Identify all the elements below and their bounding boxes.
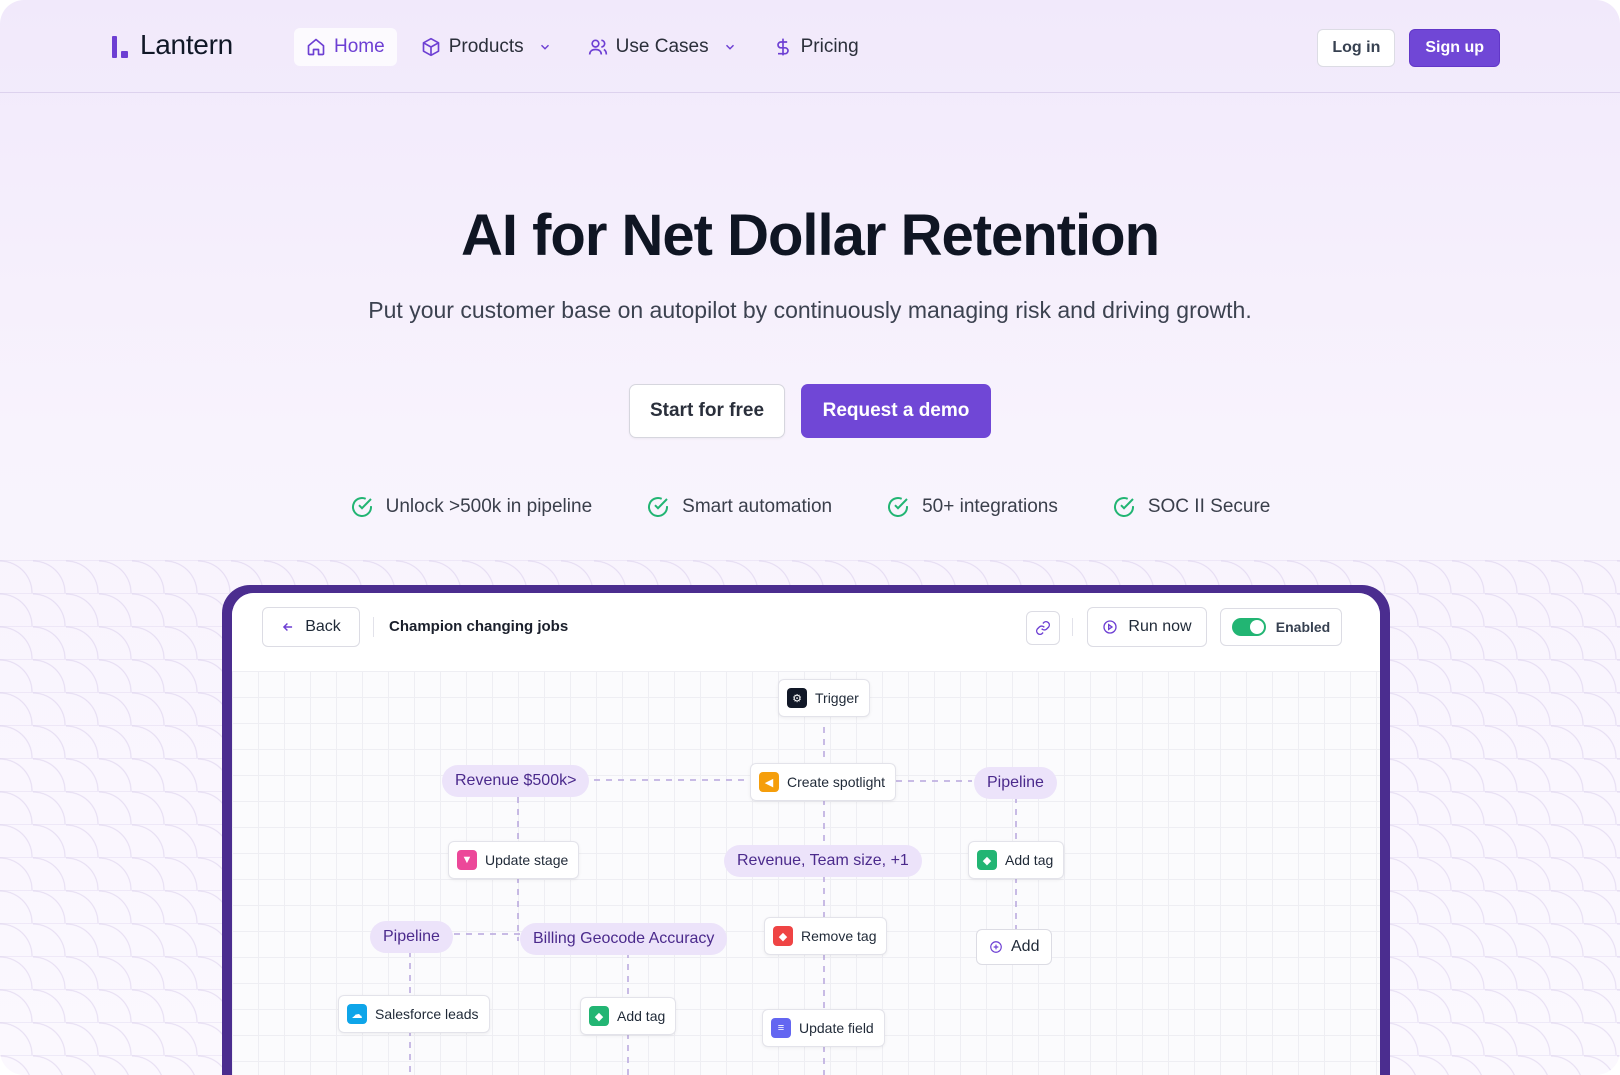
feature-label: Smart automation xyxy=(682,496,833,517)
node-label: Salesforce leads xyxy=(375,1006,479,1022)
condition-pipeline[interactable]: Pipeline xyxy=(974,767,1057,799)
login-button[interactable]: Log in xyxy=(1317,29,1396,67)
check-circle-icon xyxy=(1113,497,1134,517)
add-tag-node[interactable]: ◆ Add tag xyxy=(968,841,1065,879)
users-icon xyxy=(588,39,607,55)
toolbar-divider xyxy=(1072,618,1073,636)
feature-list: Unlock >500k in pipeline Smart automatio… xyxy=(0,495,1620,519)
condition-label: Revenue $500k> xyxy=(455,772,577,789)
megaphone-icon: ◀ xyxy=(759,772,779,792)
funnel-icon: ▼ xyxy=(457,850,477,870)
enabled-toggle[interactable]: Enabled xyxy=(1220,608,1342,646)
tag-icon: ◆ xyxy=(977,850,997,870)
condition-label: Revenue, Team size, +1 xyxy=(737,852,909,869)
add-step-button[interactable]: Add xyxy=(976,929,1053,965)
run-now-label: Run now xyxy=(1128,618,1192,635)
check-circle-icon xyxy=(648,497,669,517)
node-label: Update field xyxy=(799,1020,874,1036)
app-preview-frame: Back Champion changing jobs Run now Enab… xyxy=(222,585,1390,1075)
play-circle-icon xyxy=(1103,620,1118,634)
logo-mark-icon xyxy=(112,34,130,60)
condition-label: Pipeline xyxy=(987,774,1044,791)
logo[interactable]: Lantern xyxy=(112,30,233,60)
feature-label: SOC II Secure xyxy=(1147,496,1271,517)
workflow-title: Champion changing jobs xyxy=(389,618,569,635)
nav-item-home[interactable]: Home xyxy=(294,28,397,66)
run-now-button[interactable]: Run now xyxy=(1087,607,1207,647)
chevron-down-icon xyxy=(725,44,734,50)
tag-icon: ◆ xyxy=(589,1006,609,1026)
condition-label: Billing Geocode Accuracy xyxy=(533,930,715,947)
add-label: Add xyxy=(1011,938,1040,955)
nav-item-products[interactable]: Products xyxy=(409,28,564,66)
hero-title: AI for Net Dollar Retention xyxy=(460,203,1160,268)
home-icon xyxy=(307,38,325,56)
request-demo-button[interactable]: Request a demo xyxy=(801,384,991,438)
node-label: Add tag xyxy=(617,1008,666,1024)
node-label: Add tag xyxy=(1005,852,1054,868)
gear-icon: ⚙ xyxy=(787,688,807,708)
feature-label: 50+ integrations xyxy=(922,496,1058,517)
condition-revenue[interactable]: Revenue $500k> xyxy=(442,765,590,797)
signup-button[interactable]: Sign up xyxy=(1409,29,1500,67)
plus-circle-icon xyxy=(990,941,1002,953)
feature-item: 50+ integrations xyxy=(886,495,1058,519)
enabled-label: Enabled xyxy=(1275,619,1331,635)
node-label: Trigger xyxy=(815,690,859,706)
create-spotlight-node[interactable]: ◀ Create spotlight xyxy=(750,763,897,801)
workflow-toolbar: Back Champion changing jobs Run now Enab… xyxy=(232,593,1380,672)
auth-buttons: Log in Sign up xyxy=(1317,29,1500,67)
chevron-down-icon xyxy=(540,44,549,50)
feature-item: Unlock >500k in pipeline xyxy=(350,495,593,519)
copy-link-button[interactable] xyxy=(1026,611,1060,645)
node-label: Update stage xyxy=(485,852,569,868)
nav-item-pricing[interactable]: Pricing xyxy=(761,28,871,66)
salesforce-leads-node[interactable]: ☁ Salesforce leads xyxy=(338,995,490,1033)
check-circle-icon xyxy=(351,497,372,517)
nav-item-use-cases[interactable]: Use Cases xyxy=(576,28,749,66)
update-stage-node[interactable]: ▼ Update stage xyxy=(448,841,580,879)
feature-item: SOC II Secure xyxy=(1112,495,1271,519)
toggle-switch[interactable] xyxy=(1231,618,1266,636)
hero-subtitle: Put your customer base on autopilot by c… xyxy=(368,297,1252,323)
salesforce-icon: ☁ xyxy=(347,1004,367,1024)
condition-label: Pipeline xyxy=(383,928,440,945)
update-field-node[interactable]: ≡ Update field xyxy=(762,1009,885,1047)
feature-label: Unlock >500k in pipeline xyxy=(385,496,593,517)
app-window: Back Champion changing jobs Run now Enab… xyxy=(232,593,1380,1075)
field-icon: ≡ xyxy=(771,1018,791,1038)
start-for-free-button[interactable]: Start for free xyxy=(629,384,785,438)
back-button[interactable]: Back xyxy=(262,607,360,647)
top-nav: Lantern Home Products Use Cases Pricing xyxy=(0,0,1620,93)
nav-item-label: Pricing xyxy=(800,36,859,57)
add-tag-node[interactable]: ◆ Add tag xyxy=(580,997,677,1035)
nav-links: Home Products Use Cases Pricing xyxy=(294,28,871,66)
remove-tag-node[interactable]: ◆ Remove tag xyxy=(764,917,888,955)
cube-icon xyxy=(422,37,440,57)
tag-remove-icon: ◆ xyxy=(773,926,793,946)
condition-pipeline[interactable]: Pipeline xyxy=(370,921,453,953)
workflow-canvas[interactable]: ⚙ Trigger Revenue $500k> ◀ Create spotli… xyxy=(232,671,1380,1075)
nav-item-label: Home xyxy=(334,36,385,57)
link-icon xyxy=(1036,621,1050,635)
condition-revenue-team[interactable]: Revenue, Team size, +1 xyxy=(724,845,922,877)
check-circle-icon xyxy=(888,497,909,517)
cta-group: Start for free Request a demo xyxy=(0,384,1620,438)
node-label: Remove tag xyxy=(801,928,877,944)
arrow-left-icon xyxy=(283,622,293,632)
nav-item-label: Use Cases xyxy=(615,36,709,57)
trigger-node[interactable]: ⚙ Trigger xyxy=(778,679,870,717)
landing-page: Lantern Home Products Use Cases Pricing xyxy=(0,0,1620,1075)
toolbar-divider xyxy=(373,617,374,637)
back-label: Back xyxy=(305,618,341,635)
logo-text: Lantern xyxy=(140,29,233,60)
feature-item: Smart automation xyxy=(646,495,832,519)
node-label: Create spotlight xyxy=(787,774,886,790)
condition-billing[interactable]: Billing Geocode Accuracy xyxy=(520,923,728,955)
nav-item-label: Products xyxy=(448,36,524,57)
dollar-icon xyxy=(776,38,789,56)
